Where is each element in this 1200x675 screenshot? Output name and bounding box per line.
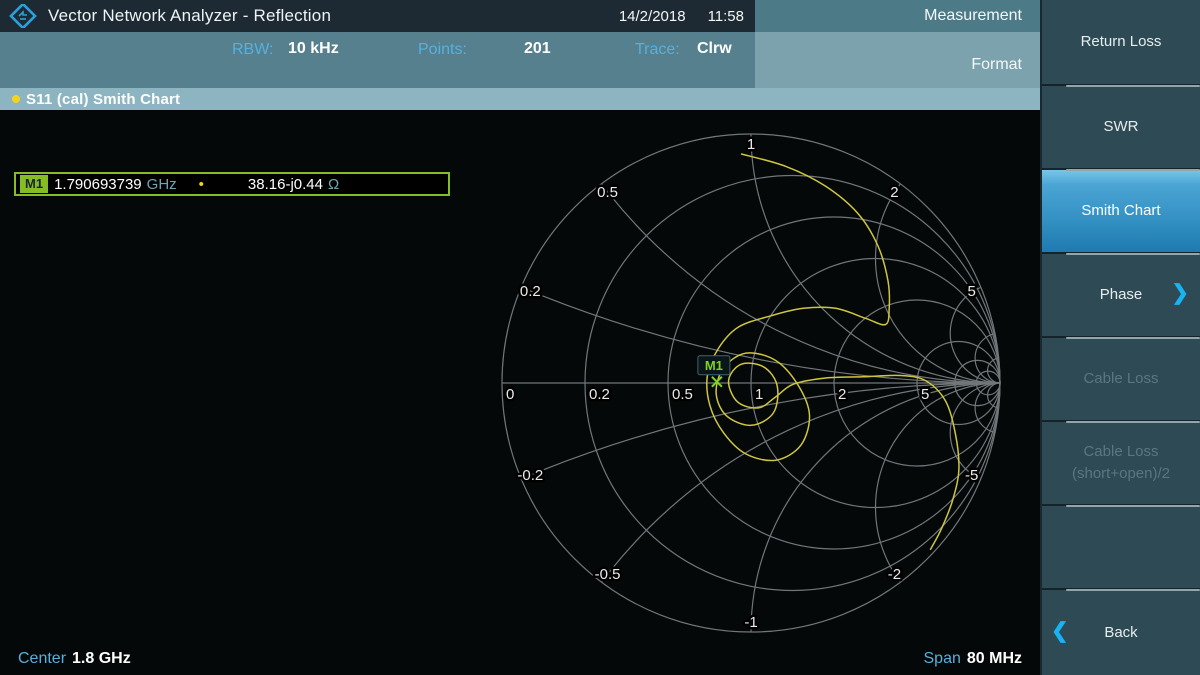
menu-subheader-bar: Format — [755, 32, 1040, 88]
marker-impedance-value: 38.16-j0.44 — [247, 175, 323, 193]
trace-color-bullet-icon — [12, 95, 20, 103]
marker-id-badge: M1 — [20, 175, 49, 193]
marker-readout-box[interactable]: M1 1.790693739 GHz • 38.16-j0.44 Ω — [14, 172, 450, 196]
menu-header-label: Measurement — [924, 7, 1022, 24]
center-value: 1.8 GHz — [72, 650, 131, 667]
marker-trace-dot-icon: • — [198, 175, 204, 193]
trace-status-bar: S11 (cal) Smith Chart — [0, 88, 1040, 110]
rbw-label: RBW: — [232, 41, 274, 58]
rbw-value[interactable]: 10 kHz — [288, 40, 339, 58]
chevron-left-icon: ❮ — [1051, 619, 1069, 643]
svg-text:5: 5 — [921, 386, 929, 403]
svg-text:-0.5: -0.5 — [595, 566, 621, 583]
softkey-smith-chart[interactable]: Smith Chart — [1042, 168, 1200, 252]
title-bar-left: Vector Network Analyzer - Reflection 14/… — [0, 0, 755, 32]
softkey-label: Phase — [1099, 286, 1143, 304]
trace-status-text: S11 (cal) Smith Chart — [26, 90, 181, 108]
time-display: 11:58 — [707, 7, 744, 25]
softkey-cable-loss: Cable Loss — [1042, 336, 1200, 420]
marker-m1[interactable]: M1 — [697, 355, 731, 388]
main-panel: Vector Network Analyzer - Reflection 14/… — [0, 0, 1040, 675]
softkey-label: Smith Chart — [1081, 202, 1161, 220]
date-display: 14/2/2018 — [618, 7, 686, 25]
marker-impedance-unit: Ω — [327, 175, 340, 193]
softkey-back[interactable]: ❮ Back — [1042, 588, 1200, 675]
softkey-menu: Return Loss SWR Smith Chart Phase ❯ Cabl… — [1040, 0, 1200, 675]
title-bar: Vector Network Analyzer - Reflection 14/… — [0, 0, 1040, 32]
settings-bar-left: RBW: 10 kHz Points: 201 Trace: Clrw — [0, 32, 755, 88]
svg-text:1: 1 — [755, 386, 763, 403]
center-frequency-readout[interactable]: Center 1.8 GHz — [18, 650, 131, 668]
points-label: Points: — [418, 41, 467, 58]
chevron-right-icon: ❯ — [1171, 281, 1189, 305]
svg-text:0: 0 — [506, 386, 514, 403]
span-value: 80 MHz — [966, 650, 1022, 667]
softkey-phase[interactable]: Phase ❯ — [1042, 252, 1200, 336]
softkey-label: SWR — [1103, 118, 1139, 136]
window-title: Vector Network Analyzer - Reflection — [48, 6, 332, 25]
softkey-label: Back — [1104, 623, 1138, 641]
svg-text:0.2: 0.2 — [520, 283, 541, 300]
svg-text:-0.2: -0.2 — [517, 467, 543, 484]
svg-text:M1: M1 — [705, 358, 723, 373]
svg-text:5: 5 — [968, 283, 976, 300]
svg-text:0.5: 0.5 — [597, 184, 618, 201]
span-label: Span — [923, 650, 961, 667]
smith-chart-area: 0 0.2 0.5 1 2 5 0.2 -0.2 0.5 -0.5 1 -1 2 -2 5 -5 M1 M1 1… — [0, 110, 1040, 675]
menu-header-bar: Measurement — [755, 0, 1040, 32]
vna-application: Vector Network Analyzer - Reflection 14/… — [0, 0, 1200, 675]
svg-text:0.5: 0.5 — [672, 386, 693, 403]
softkey-label: Cable Loss — [1083, 370, 1159, 388]
svg-text:2: 2 — [838, 386, 846, 403]
center-label: Center — [18, 650, 67, 667]
svg-text:-2: -2 — [888, 566, 901, 583]
points-value[interactable]: 201 — [524, 40, 551, 58]
marker-frequency-value: 1.790693739 — [54, 175, 142, 193]
softkey-empty — [1042, 504, 1200, 588]
settings-bar: RBW: 10 kHz Points: 201 Trace: Clrw Form… — [0, 32, 1040, 88]
softkey-label: Return Loss — [1080, 33, 1162, 51]
menu-subheader-label: Format — [971, 56, 1022, 73]
svg-text:0.2: 0.2 — [589, 386, 610, 403]
softkey-return-loss[interactable]: Return Loss — [1042, 0, 1200, 84]
svg-text:-1: -1 — [744, 614, 757, 631]
s11-trace — [706, 153, 960, 551]
trace-value[interactable]: Clrw — [697, 40, 732, 58]
softkey-swr[interactable]: SWR — [1042, 84, 1200, 168]
svg-text:1: 1 — [747, 136, 755, 153]
span-frequency-readout[interactable]: Span 80 MHz — [924, 650, 1023, 668]
svg-text:2: 2 — [890, 184, 898, 201]
svg-text:-5: -5 — [965, 467, 978, 484]
softkey-label: Cable Loss (short+open)/2 — [1072, 443, 1170, 482]
trace-label: Trace: — [635, 41, 680, 58]
softkey-cable-loss-short-open: Cable Loss (short+open)/2 — [1042, 420, 1200, 504]
marker-frequency-unit: GHz — [146, 175, 177, 193]
rohde-schwarz-logo-icon — [9, 4, 37, 28]
